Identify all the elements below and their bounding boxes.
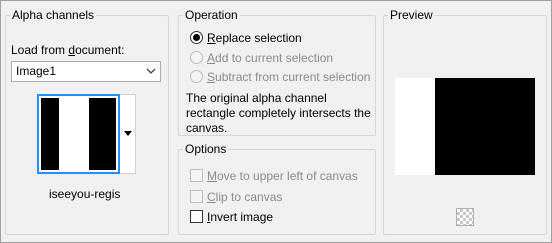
- checkerboard-icon[interactable]: [456, 208, 474, 226]
- preview-image: [395, 78, 535, 175]
- subtract-from-current-selection-label[interactable]: Subtract from current selection: [207, 69, 370, 85]
- alpha-channel-thumbnail-image: [41, 98, 116, 170]
- document-select[interactable]: Image1: [11, 61, 161, 82]
- options-title: Options: [183, 141, 229, 157]
- replace-selection-label[interactable]: Replace selection: [207, 30, 302, 46]
- alpha-channels-title: Alpha channels: [10, 7, 97, 23]
- clip-to-canvas-checkbox[interactable]: [190, 190, 203, 203]
- alpha-channel-info-text: The original alpha channel rectangle com…: [186, 91, 371, 135]
- alpha-channel-thumbnail[interactable]: [37, 94, 120, 174]
- document-select-value: Image1: [16, 64, 57, 78]
- chevron-down-icon: [146, 68, 156, 74]
- clip-to-canvas-label[interactable]: Clip to canvas: [207, 189, 282, 205]
- add-to-current-selection-radio[interactable]: [190, 51, 203, 64]
- invert-image-checkbox[interactable]: [190, 210, 203, 223]
- alpha-channel-name: iseeyou-regis: [49, 187, 121, 201]
- preview-title: Preview: [388, 7, 435, 23]
- dialog-frame: Alpha channels Load from document: Image…: [0, 0, 552, 243]
- move-to-upper-left-checkbox[interactable]: [190, 169, 203, 182]
- replace-selection-radio[interactable]: [190, 31, 203, 44]
- alpha-channel-dropdown-button[interactable]: [120, 94, 136, 174]
- add-to-current-selection-label[interactable]: Add to current selection: [207, 50, 333, 66]
- invert-image-label[interactable]: Invert image: [207, 209, 273, 225]
- load-from-document-label: Load from document:: [11, 43, 125, 57]
- operation-title: Operation: [183, 7, 240, 23]
- triangle-down-icon: [124, 131, 132, 136]
- move-to-upper-left-label[interactable]: Move to upper left of canvas: [207, 168, 358, 184]
- subtract-from-current-selection-radio[interactable]: [190, 70, 203, 83]
